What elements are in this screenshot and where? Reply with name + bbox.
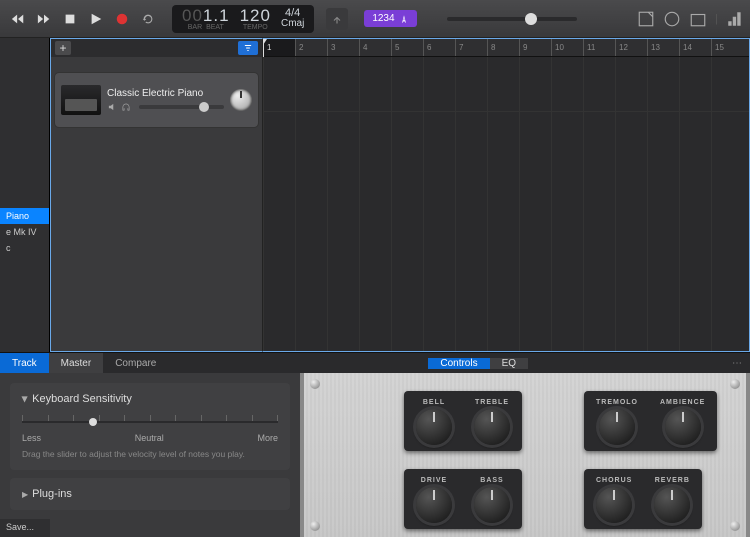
disclosure-icon[interactable]: ▶: [21, 396, 30, 402]
library-item[interactable]: Piano: [0, 208, 49, 224]
track-filter-button[interactable]: [238, 41, 258, 55]
ruler[interactable]: 123456789101112131415: [263, 39, 749, 57]
ruler-bar[interactable]: 11: [583, 39, 615, 56]
ruler-bar[interactable]: 8: [487, 39, 519, 56]
lcd-bar-value: 1: [203, 6, 213, 25]
sens-label-neutral: Neutral: [135, 433, 164, 443]
track-volume-slider[interactable]: [139, 105, 224, 109]
track-header[interactable]: Classic Electric Piano: [55, 73, 258, 127]
plugins-title: Plug-ins: [32, 488, 72, 500]
knob-drive[interactable]: [416, 487, 452, 523]
lcd-beat-value: 1: [219, 6, 229, 25]
disclosure-icon[interactable]: ▶: [22, 490, 28, 499]
mute-icon[interactable]: [107, 102, 117, 112]
tuner-button[interactable]: [326, 8, 348, 30]
count-in-button[interactable]: 1234: [364, 10, 416, 27]
forward-button[interactable]: [32, 7, 56, 31]
sens-help-text: Drag the slider to adjust the velocity l…: [22, 449, 278, 460]
screw-icon: [730, 379, 740, 389]
tab-compare[interactable]: Compare: [103, 353, 168, 373]
headphones-icon[interactable]: [121, 102, 131, 112]
master-volume-slider[interactable]: [447, 17, 577, 21]
rewind-button[interactable]: [6, 7, 30, 31]
stop-button[interactable]: [58, 7, 82, 31]
sens-label-less: Less: [22, 433, 41, 443]
ruler-bar[interactable]: 10: [551, 39, 583, 56]
knob-ambience[interactable]: [665, 409, 701, 445]
knob-bell[interactable]: [416, 409, 452, 445]
ruler-bar[interactable]: 7: [455, 39, 487, 56]
ruler-bar[interactable]: 12: [615, 39, 647, 56]
transport-controls: [6, 7, 160, 31]
knob-group-fx2: CHORUS REVERB: [584, 469, 702, 529]
knob-chorus[interactable]: [596, 487, 632, 523]
library-sidebar: Pianoe Mk IVc: [0, 38, 50, 352]
ruler-bar[interactable]: 13: [647, 39, 679, 56]
cycle-button[interactable]: [136, 7, 160, 31]
expand-icon[interactable]: ⋯: [724, 358, 750, 369]
ruler-bar[interactable]: 5: [391, 39, 423, 56]
sensitivity-title: Keyboard Sensitivity: [32, 393, 132, 405]
ruler-bar[interactable]: 1: [263, 39, 295, 56]
knob-treble[interactable]: [474, 409, 510, 445]
ruler-bar[interactable]: 4: [359, 39, 391, 56]
lcd-tempo: 120: [240, 7, 271, 24]
knob-group-tone: BELL TREBLE: [404, 391, 522, 451]
smart-controls-editor: Track Master Compare Controls EQ ⋯ ▶Keyb…: [0, 352, 750, 537]
sensitivity-slider[interactable]: [22, 415, 278, 429]
knob-group-tone2: DRIVE BASS: [404, 469, 522, 529]
record-button[interactable]: [110, 7, 134, 31]
plugins-panel[interactable]: ▶ Plug-ins: [10, 478, 290, 510]
keyboard-sensitivity-panel: ▶Keyboard Sensitivity Less Neutral More …: [10, 383, 290, 470]
ruler-bar[interactable]: 6: [423, 39, 455, 56]
tab-eq[interactable]: EQ: [490, 358, 528, 369]
ruler-bar[interactable]: 3: [327, 39, 359, 56]
ruler-bar[interactable]: 9: [519, 39, 551, 56]
editors-icon[interactable]: [726, 10, 744, 28]
track-name: Classic Electric Piano: [107, 88, 224, 99]
tab-controls[interactable]: Controls: [428, 358, 489, 369]
track-pan-knob[interactable]: [230, 89, 252, 111]
ruler-bar[interactable]: 15: [711, 39, 743, 56]
knob-reverb[interactable]: [654, 487, 690, 523]
track-instrument-icon: [61, 85, 101, 115]
tab-track[interactable]: Track: [0, 353, 49, 373]
knob-group-fx: TREMOLO AMBIENCE: [584, 391, 717, 451]
knob-bass[interactable]: [474, 487, 510, 523]
screw-icon: [310, 521, 320, 531]
editor-tab-bar: Track Master Compare Controls EQ ⋯: [0, 353, 750, 373]
toolbar-right: |: [637, 10, 744, 28]
tracks-panel: + Classic Electric Piano: [50, 38, 263, 352]
toolbar: 001.1 BAR BEAT 120 TEMPO 4/4 Cmaj 1234 |: [0, 0, 750, 38]
tab-master[interactable]: Master: [49, 353, 104, 373]
media-browser-icon[interactable]: [689, 10, 707, 28]
timeline[interactable]: 123456789101112131415: [263, 38, 750, 352]
lcd-display[interactable]: 001.1 BAR BEAT 120 TEMPO 4/4 Cmaj: [172, 5, 314, 33]
instrument-panel: BELL TREBLE TREMOLO AMBIENCE DRIVE BASS …: [300, 373, 750, 537]
sens-label-more: More: [257, 433, 278, 443]
play-button[interactable]: [84, 7, 108, 31]
add-track-button[interactable]: +: [55, 41, 71, 55]
loop-browser-icon[interactable]: [663, 10, 681, 28]
lcd-key: Cmaj: [281, 19, 304, 29]
screw-icon: [730, 521, 740, 531]
ruler-bar[interactable]: 2: [295, 39, 327, 56]
knob-tremolo[interactable]: [599, 409, 635, 445]
save-button[interactable]: Save...: [0, 519, 50, 537]
lcd-dim-prefix: 00: [182, 6, 203, 25]
inspector-panel: ▶Keyboard Sensitivity Less Neutral More …: [0, 373, 300, 537]
library-item[interactable]: c: [0, 240, 49, 256]
library-item[interactable]: e Mk IV: [0, 224, 49, 240]
screw-icon: [310, 379, 320, 389]
ruler-bar[interactable]: 14: [679, 39, 711, 56]
notepad-icon[interactable]: [637, 10, 655, 28]
